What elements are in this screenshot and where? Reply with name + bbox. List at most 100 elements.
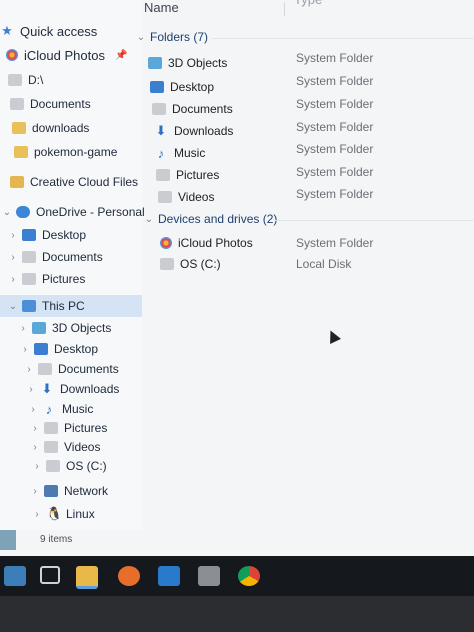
creative-cloud-folder-icon bbox=[10, 176, 24, 188]
group-title: Folders (7) bbox=[150, 30, 209, 44]
whale-icon[interactable] bbox=[4, 566, 26, 586]
pictures-icon bbox=[44, 422, 58, 434]
app-icon[interactable] bbox=[198, 566, 220, 586]
nav-item-onedrive[interactable]: ⌄ OneDrive - Personal bbox=[2, 201, 145, 223]
documents-icon bbox=[152, 103, 166, 115]
chevron-right-icon[interactable]: › bbox=[30, 423, 40, 434]
chevron-right-icon[interactable]: › bbox=[8, 252, 18, 263]
item-type: System Folder bbox=[296, 187, 374, 201]
nav-item-pokemon-game[interactable]: pokemon-game bbox=[14, 141, 117, 163]
drive-icon bbox=[160, 258, 174, 270]
list-item-music[interactable]: ♪ Music bbox=[154, 142, 206, 164]
nav-item-d-drive[interactable]: D:\ bbox=[8, 69, 43, 91]
onedrive-cloud-icon bbox=[16, 206, 30, 218]
chevron-right-icon[interactable]: › bbox=[32, 461, 42, 472]
nav-item-documents[interactable]: › Documents bbox=[24, 358, 118, 380]
nav-item-this-pc[interactable]: ⌄ This PC bbox=[0, 295, 142, 317]
list-item-downloads[interactable]: ⬇ Downloads bbox=[154, 120, 234, 142]
item-type: System Folder bbox=[296, 120, 374, 134]
list-item-pictures[interactable]: Pictures bbox=[156, 164, 219, 186]
group-header-devices[interactable]: ⌄ Devices and drives (2) bbox=[144, 212, 278, 226]
nav-item-network[interactable]: › Network bbox=[30, 480, 108, 502]
network-icon bbox=[44, 485, 58, 497]
chevron-right-icon[interactable]: › bbox=[20, 344, 30, 355]
nav-item-os-c[interactable]: › OS (C:) bbox=[32, 455, 106, 477]
file-explorer-icon[interactable] bbox=[76, 566, 98, 589]
column-header-type[interactable]: Type bbox=[294, 0, 322, 7]
nav-item-desktop[interactable]: › Desktop bbox=[20, 338, 98, 360]
content-pane: Name Type ⌄ Folders (7) 3D Objects Syste… bbox=[137, 0, 474, 556]
videos-icon bbox=[44, 441, 58, 453]
nav-label: OneDrive - Personal bbox=[36, 205, 145, 219]
nav-item-onedrive-pictures[interactable]: › Pictures bbox=[8, 268, 85, 290]
group-title: Devices and drives (2) bbox=[158, 212, 278, 226]
list-item-os-c[interactable]: OS (C:) bbox=[160, 253, 221, 275]
chevron-down-icon[interactable]: ⌄ bbox=[136, 32, 146, 43]
drive-icon bbox=[8, 74, 22, 86]
chevron-right-icon[interactable]: › bbox=[32, 509, 42, 520]
nav-label: iCloud Photos bbox=[24, 47, 105, 63]
this-pc-icon bbox=[22, 300, 36, 312]
nav-item-creative-cloud-files[interactable]: Creative Cloud Files bbox=[10, 171, 138, 193]
status-item-count: 9 items bbox=[40, 534, 73, 545]
nav-item-documents-quick[interactable]: Documents bbox=[10, 93, 91, 115]
nav-label: D:\ bbox=[28, 73, 44, 87]
item-type: System Folder bbox=[296, 236, 374, 250]
nav-item-downloads[interactable]: › ⬇ Downloads bbox=[26, 378, 119, 400]
nav-item-linux[interactable]: › 🐧 Linux bbox=[32, 503, 95, 525]
chevron-right-icon[interactable]: › bbox=[28, 404, 38, 415]
nav-label: This PC bbox=[42, 299, 85, 313]
item-name: Desktop bbox=[170, 80, 215, 94]
group-divider bbox=[274, 220, 474, 221]
vscode-icon[interactable] bbox=[158, 566, 180, 586]
download-arrow-icon: ⬇ bbox=[41, 381, 53, 396]
task-view-icon[interactable] bbox=[40, 566, 60, 584]
icloud-photos-icon bbox=[6, 49, 18, 61]
chevron-right-icon[interactable]: › bbox=[30, 486, 40, 497]
file-explorer-window: ★ Quick access iCloud Photos 📌 D:\ Docum… bbox=[0, 0, 474, 560]
firefox-icon[interactable] bbox=[118, 566, 140, 586]
nav-label: 3D Objects bbox=[52, 321, 112, 335]
chevron-right-icon[interactable]: › bbox=[26, 384, 36, 395]
chevron-down-icon[interactable]: ⌄ bbox=[2, 207, 12, 218]
list-item-3d-objects[interactable]: 3D Objects bbox=[148, 52, 227, 74]
nav-label: Quick access bbox=[20, 23, 98, 39]
nav-label: pokemon-game bbox=[34, 145, 118, 159]
chevron-right-icon[interactable]: › bbox=[24, 364, 34, 375]
item-type: System Folder bbox=[296, 51, 374, 65]
pictures-icon bbox=[156, 169, 170, 181]
item-name: OS (C:) bbox=[180, 257, 221, 271]
list-item-videos[interactable]: Videos bbox=[158, 186, 214, 208]
chevron-right-icon[interactable]: › bbox=[8, 230, 18, 241]
group-divider bbox=[212, 38, 474, 39]
linux-penguin-icon: 🐧 bbox=[46, 506, 63, 521]
item-name: Documents bbox=[172, 102, 233, 116]
nav-item-onedrive-documents[interactable]: › Documents bbox=[8, 246, 102, 268]
videos-icon bbox=[158, 191, 172, 203]
nav-label: Videos bbox=[64, 440, 101, 454]
nav-quick-access[interactable]: ★ Quick access bbox=[0, 20, 97, 42]
chevron-right-icon[interactable]: › bbox=[8, 274, 18, 285]
nav-label: Linux bbox=[66, 507, 95, 521]
list-item-icloud-photos[interactable]: iCloud Photos bbox=[160, 232, 253, 254]
nav-item-icloud-photos[interactable]: iCloud Photos 📌 bbox=[6, 44, 127, 66]
3d-objects-icon bbox=[148, 57, 162, 69]
chevron-down-icon[interactable]: ⌄ bbox=[8, 301, 18, 312]
item-name: Videos bbox=[178, 190, 215, 204]
chevron-down-icon[interactable]: ⌄ bbox=[144, 214, 154, 225]
item-name: Downloads bbox=[174, 124, 234, 138]
folder-icon bbox=[12, 122, 26, 134]
group-header-folders[interactable]: ⌄ Folders (7) bbox=[136, 30, 208, 44]
nav-item-3d-objects[interactable]: › 3D Objects bbox=[18, 317, 111, 339]
3d-objects-icon bbox=[32, 322, 46, 334]
chevron-right-icon[interactable]: › bbox=[30, 442, 40, 453]
list-item-desktop[interactable]: Desktop bbox=[150, 76, 214, 98]
column-divider[interactable] bbox=[284, 2, 285, 16]
nav-label: Pictures bbox=[64, 421, 108, 435]
chrome-icon[interactable] bbox=[238, 566, 260, 586]
list-item-documents[interactable]: Documents bbox=[152, 98, 233, 120]
nav-item-downloads-quick[interactable]: downloads bbox=[12, 117, 89, 139]
column-header-name[interactable]: Name bbox=[144, 0, 179, 15]
chevron-right-icon[interactable]: › bbox=[18, 323, 28, 334]
nav-item-onedrive-desktop[interactable]: › Desktop bbox=[8, 224, 86, 246]
